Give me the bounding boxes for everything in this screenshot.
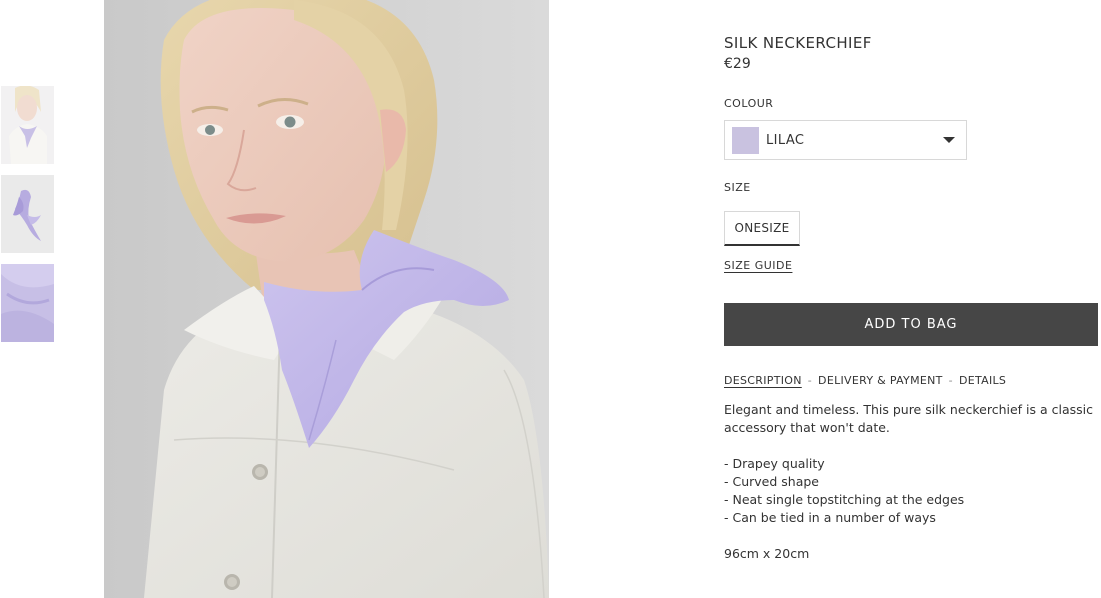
colour-selected-value: LILAC — [766, 133, 805, 148]
feature-item: - Can be tied in a number of ways — [724, 510, 936, 525]
feature-item: - Curved shape — [724, 474, 819, 489]
size-option-onesize[interactable]: ONESIZE — [724, 211, 800, 246]
thumbnail-scarf[interactable] — [1, 175, 54, 253]
product-price: €29 — [724, 56, 751, 72]
feature-list: - Drapey quality - Curved shape - Neat s… — [724, 455, 1098, 527]
product-title: SILK NECKERCHIEF — [724, 34, 872, 52]
feature-item: - Drapey quality — [724, 456, 825, 471]
tab-details[interactable]: DETAILS — [959, 374, 1006, 387]
colour-swatch — [732, 127, 759, 154]
feature-item: - Neat single topstitching at the edges — [724, 492, 965, 507]
tab-delivery-payment[interactable]: DELIVERY & PAYMENT — [818, 374, 943, 387]
product-main-image — [104, 0, 549, 598]
product-page: SILK NECKERCHIEF €29 COLOUR LILAC SIZE O… — [0, 0, 1101, 598]
thumbnail-model[interactable] — [1, 86, 54, 164]
info-tabs: DESCRIPTION - DELIVERY & PAYMENT - DETAILS — [724, 374, 1006, 387]
thumbnail-fabric-image — [1, 264, 54, 342]
colour-label: COLOUR — [724, 97, 774, 110]
thumbnail-scarf-image — [1, 175, 54, 253]
thumbnail-fabric[interactable] — [1, 264, 54, 342]
model-photo — [104, 0, 549, 598]
caret-down-icon — [943, 137, 955, 143]
description-panel: Elegant and timeless. This pure silk nec… — [724, 401, 1098, 563]
description-intro: Elegant and timeless. This pure silk nec… — [724, 402, 1094, 435]
tab-separator: - — [807, 374, 813, 387]
colour-dropdown[interactable]: LILAC — [724, 120, 967, 160]
add-to-bag-button[interactable]: ADD TO BAG — [724, 303, 1098, 346]
size-label: SIZE — [724, 181, 751, 194]
thumbnail-model-image — [1, 86, 54, 164]
tab-separator: - — [948, 374, 953, 387]
size-option-label: ONESIZE — [734, 221, 790, 235]
size-guide-link[interactable]: SIZE GUIDE — [724, 259, 792, 272]
product-dimensions: 96cm x 20cm — [724, 546, 810, 561]
tab-description[interactable]: DESCRIPTION — [724, 374, 802, 387]
product-details-panel: SILK NECKERCHIEF €29 COLOUR LILAC SIZE O… — [724, 0, 1098, 598]
